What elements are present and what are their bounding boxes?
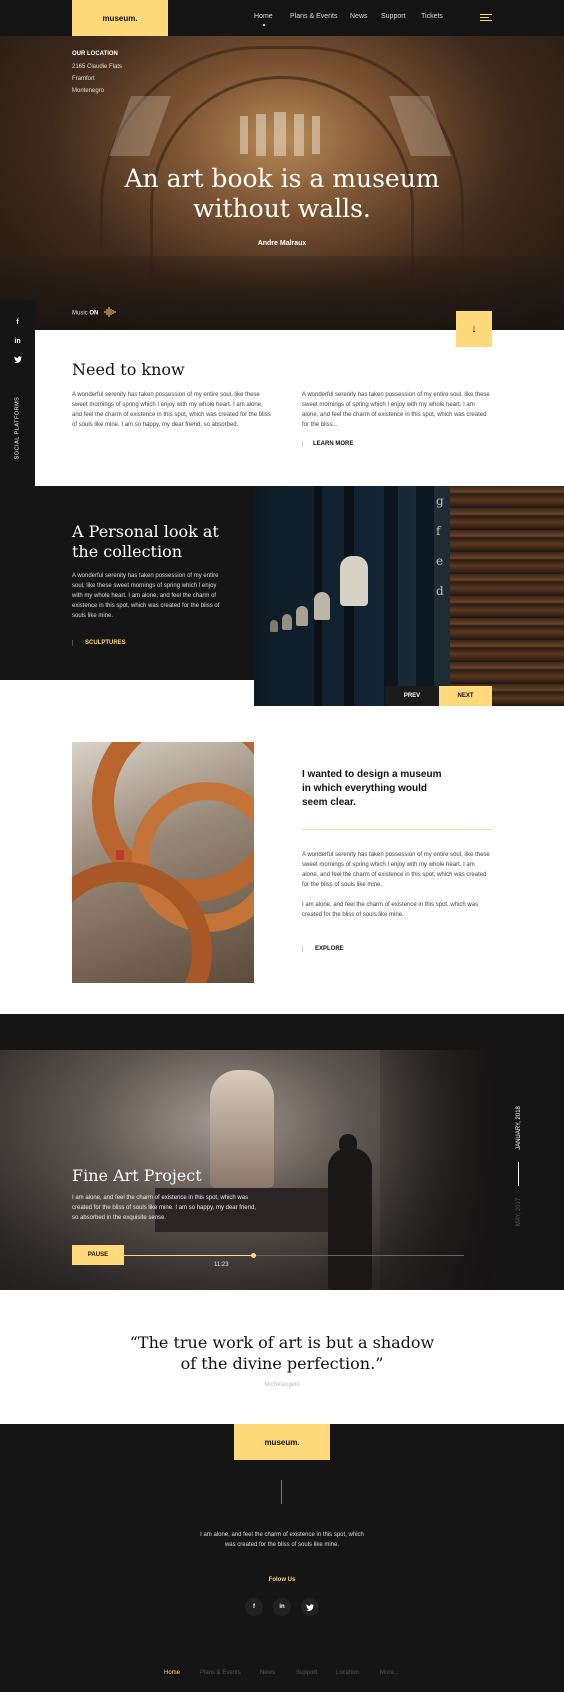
library-image: gfed [254,486,564,706]
nav-support[interactable]: Support [381,13,406,20]
facebook-icon[interactable]: f [0,319,35,326]
footer [0,1424,564,1692]
twitter-icon[interactable] [301,1598,319,1616]
social-platforms-label: SOCIAL PLATFORMS [14,396,21,460]
sculptures-link[interactable]: SCULPTURES [72,640,126,646]
divider [281,1480,282,1504]
section-title: A Personal look at the collection [72,522,219,561]
footer-logo[interactable]: museum. [234,1424,330,1460]
scroll-down-button[interactable]: ↓ [456,311,492,347]
quote-author: Michelangelo [264,1382,300,1388]
footer-text: I am alone, and feel the charm of existe… [200,1532,364,1548]
prev-button[interactable]: PREV [385,686,439,706]
playback-time: 11:23 [214,1262,229,1268]
sound-wave-icon [104,307,116,319]
date-inactive[interactable]: MAY, 2017 [516,1198,522,1226]
location-line: 2165 Claudie Flats [72,64,123,70]
staircase-image [72,742,254,983]
paragraph: A wonderful serenity has taken possessio… [72,573,220,619]
next-button[interactable]: NEXT [439,686,492,706]
paragraph: A wonderful serenity has taken possessio… [302,392,490,428]
paragraph: A wonderful serenity has taken possessio… [72,392,271,428]
logo[interactable]: museum. [72,0,168,36]
paragraph: I am alone, and feel the charm of existe… [72,1195,256,1221]
progress-fill [124,1255,254,1256]
location-label: OUR LOCATION [72,51,118,57]
learn-more-link[interactable]: LEARN MORE [302,441,353,447]
music-toggle[interactable]: Music ON [72,307,116,319]
menu-icon[interactable] [480,14,492,22]
paragraph: I am alone, and feel the charm of existe… [302,902,479,918]
top-navbar: museum. Home Plans & Events News Support… [0,0,564,36]
divider [302,829,492,830]
twitter-icon[interactable] [0,356,35,365]
footer-nav-news[interactable]: News [260,1670,275,1676]
design-quote: I wanted to design a museum in which eve… [302,769,442,808]
arrow-down-icon: ↓ [471,323,477,335]
nav-home[interactable]: Home [254,13,273,20]
featured-quote: “The true work of art is but a shadow of… [129,1333,435,1373]
pause-button[interactable]: PAUSE [72,1245,124,1265]
section-title: Fine Art Project [72,1166,202,1185]
hero-quote: An art book is a museum without walls. [124,164,440,223]
linkedin-icon[interactable]: in [273,1598,291,1616]
footer-nav-plans-events[interactable]: Plans & Events [200,1670,241,1676]
nav-tickets[interactable]: Tickets [421,13,443,20]
follow-us-label: Folow Us [268,1577,296,1583]
location-line: Framfort [72,76,95,82]
linkedin-icon[interactable]: in [0,338,35,345]
facebook-icon[interactable]: f [245,1598,263,1616]
footer-nav-location[interactable]: Location [336,1670,359,1676]
date-indicator [518,1162,519,1186]
footer-nav-support[interactable]: Support [296,1670,317,1676]
nav-plans-events[interactable]: Plans & Events [290,13,337,20]
footer-nav-home[interactable]: Home [164,1670,180,1676]
hero-quote-author: Andre Malraux [257,240,307,247]
active-nav-indicator [263,24,265,26]
explore-link[interactable]: EXPLORE [302,946,344,952]
section-title: Need to know [72,360,185,379]
paragraph: A wonderful serenity has taken possessio… [302,852,490,888]
nav-news[interactable]: News [350,13,368,20]
date-active[interactable]: JANUARY, 2018 [516,1106,522,1150]
footer-nav-more[interactable]: More... [380,1670,399,1676]
location-line: Montenegro [72,88,105,94]
